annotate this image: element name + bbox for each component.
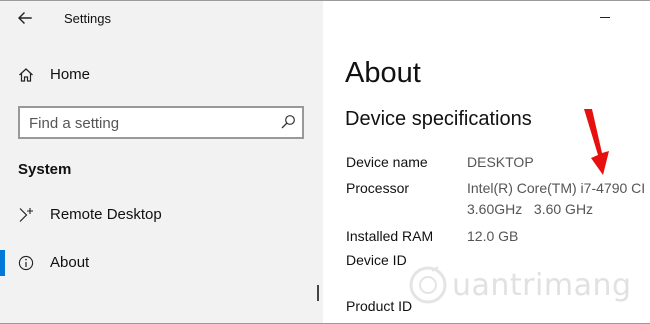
spec-label: Product ID: [346, 298, 413, 314]
spec-value: 3.60GHz 3.60 GHz: [467, 201, 594, 217]
search-icon[interactable]: [280, 114, 296, 130]
nav-item-home[interactable]: Home: [0, 58, 323, 92]
home-icon: [19, 68, 33, 82]
nav-item-label: Remote Desktop: [50, 206, 162, 223]
nav-item-remote-desktop[interactable]: Remote Desktop: [0, 198, 323, 232]
nav-item-home-label: Home: [50, 66, 91, 83]
search-input[interactable]: [29, 113, 269, 133]
selected-indicator: [0, 250, 5, 276]
watermark: uantrimang: [408, 260, 648, 310]
remote-desktop-icon: [19, 208, 33, 222]
minimize-button[interactable]: [600, 17, 610, 18]
back-button[interactable]: [14, 7, 36, 29]
nav-item-about[interactable]: About: [0, 246, 323, 280]
section-title: Device specifications: [345, 108, 532, 130]
spec-value: Intel(R) Core(TM) i7-4790 CI: [467, 180, 646, 196]
navigation-pane: Settings Home System Remote Desktop: [0, 1, 323, 323]
spec-value: DESKTOP: [467, 154, 534, 170]
annotation-arrow-icon: [584, 109, 609, 175]
spec-value: 12.0 GB: [467, 228, 519, 244]
section-header-system: System: [18, 161, 72, 178]
info-icon: [18, 255, 34, 271]
page-title: About: [345, 57, 421, 89]
settings-window: Settings Home System Remote Desktop: [0, 0, 650, 324]
search-box[interactable]: [18, 106, 304, 139]
spec-label: Processor: [346, 180, 410, 196]
spec-label: Device ID: [346, 252, 407, 268]
scrollbar-thumb[interactable]: [317, 285, 319, 301]
nav-item-label: About: [50, 254, 90, 271]
spec-label: Device name: [346, 154, 428, 170]
content-pane: About Device specifications Device name …: [323, 1, 650, 323]
spec-label: Installed RAM: [346, 228, 434, 244]
window-title: Settings: [64, 11, 111, 26]
back-arrow-icon: [18, 12, 32, 24]
watermark-logo-icon: [409, 266, 447, 304]
watermark-text: uantrimang: [452, 267, 632, 303]
